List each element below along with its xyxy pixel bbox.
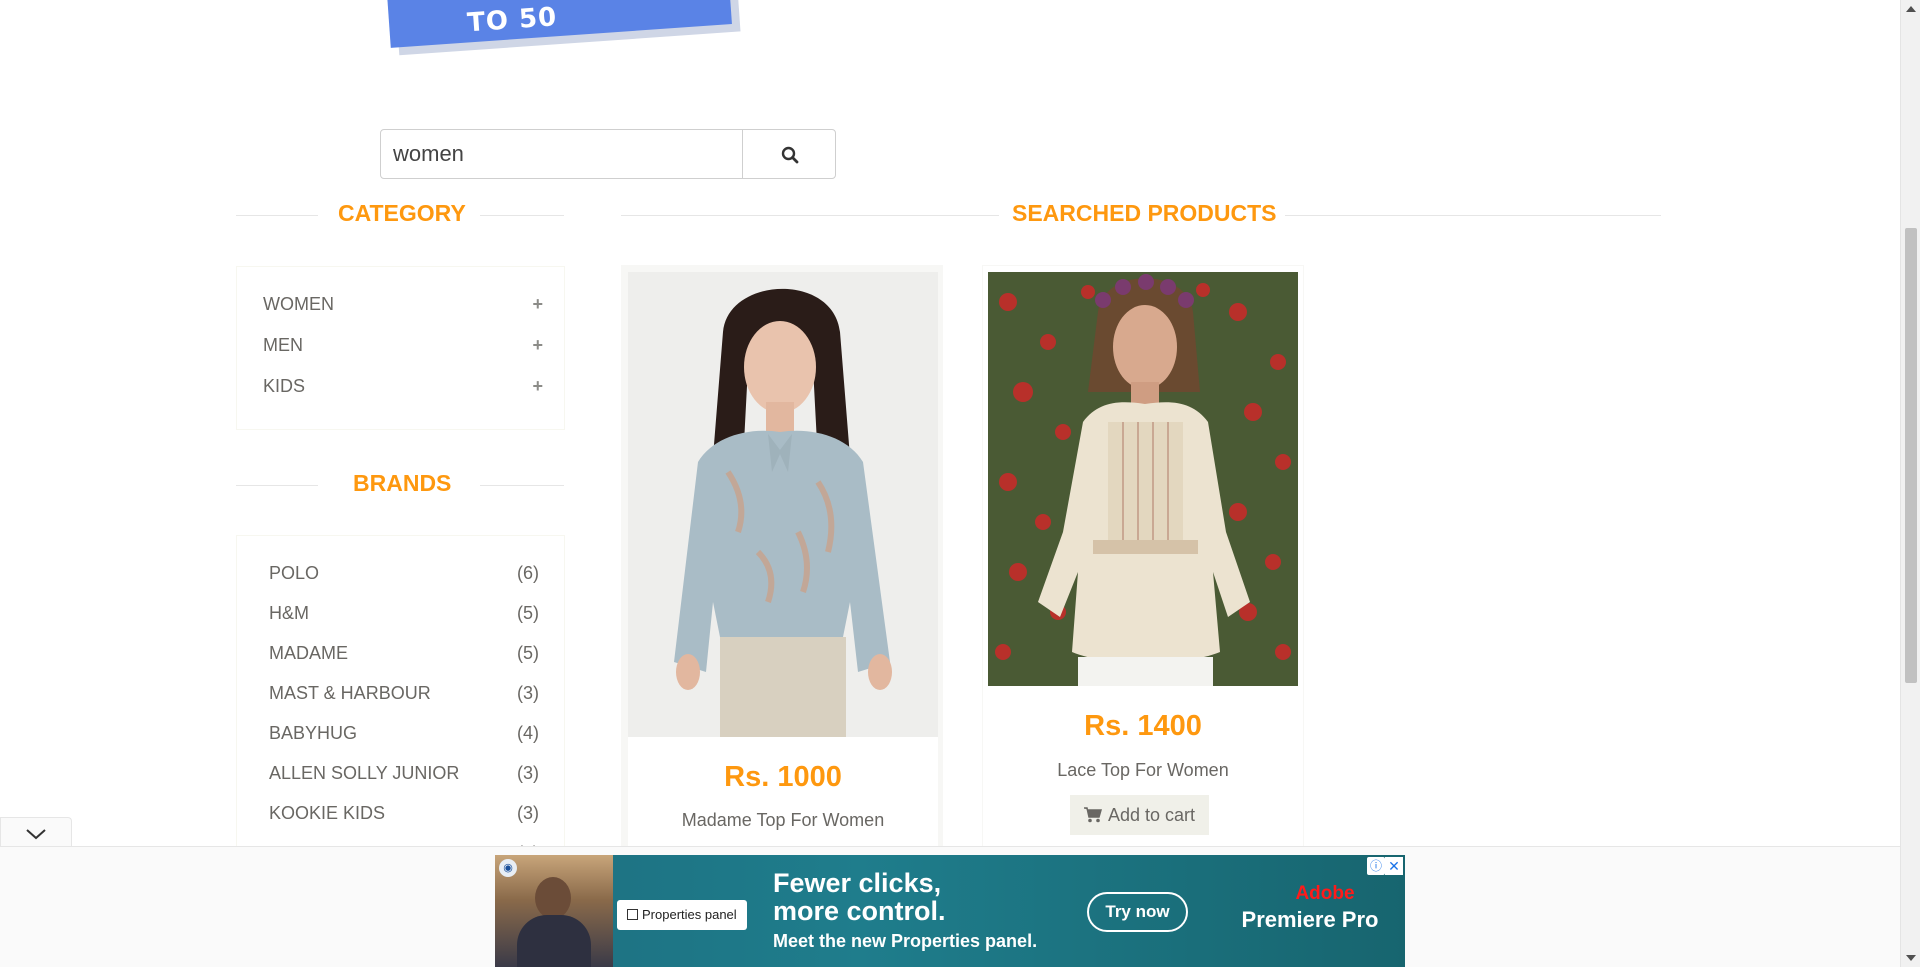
ad-subline: Meet the new Properties panel. <box>773 931 1038 951</box>
search-icon <box>781 146 799 164</box>
search-bar <box>380 129 836 179</box>
ad-person-head <box>535 877 571 919</box>
products-heading: SEARCHED PRODUCTS <box>1012 200 1277 226</box>
ad-pill-label: Properties panel <box>642 907 737 922</box>
product-card[interactable]: Rs. 1000 Madame Top For Women <box>621 265 943 850</box>
plus-icon[interactable]: + <box>532 376 543 397</box>
product-image[interactable] <box>628 272 938 737</box>
promo-text: TO 50 <box>466 2 559 39</box>
chevron-down-icon <box>26 829 46 840</box>
product-price: Rs. 1400 <box>1084 710 1202 742</box>
ad-product: Premiere Pro <box>1241 907 1379 932</box>
ad-headline-2: more control. <box>773 896 946 926</box>
brand-label: BABYHUG <box>269 723 358 743</box>
product-image-art <box>628 272 938 737</box>
ad-headline-1: Fewer clicks, <box>773 868 942 898</box>
brand-label: H&M <box>269 603 309 623</box>
brand-label: KOOKIE KIDS <box>269 803 386 823</box>
brand-count: (6) <box>517 563 539 583</box>
heading-divider <box>621 215 999 216</box>
close-icon[interactable]: ✕ <box>1385 857 1403 875</box>
product-image[interactable] <box>988 272 1298 686</box>
ad-headline: Fewer clicks, more control. <box>773 869 946 925</box>
product-name: Lace Top For Women <box>1057 760 1229 780</box>
brand-count: (3) <box>517 763 539 783</box>
brand-count: (3) <box>517 683 539 703</box>
brand-item[interactable]: POLO (6) <box>269 563 539 587</box>
category-item-kids[interactable]: KIDS + <box>263 376 543 400</box>
brand-count: (5) <box>517 603 539 623</box>
product-image-art <box>988 272 1298 686</box>
search-button[interactable] <box>742 129 836 179</box>
category-item-label: KIDS <box>263 376 306 396</box>
brand-count: (3) <box>517 803 539 823</box>
brand-count: (5) <box>517 643 539 663</box>
promo-banner[interactable]: TO 50 <box>385 0 741 56</box>
plus-icon[interactable]: + <box>532 335 543 356</box>
brand-item[interactable]: MAST & HARBOUR (3) <box>269 683 539 707</box>
category-item-men[interactable]: MEN + <box>263 335 543 359</box>
heading-divider <box>1285 215 1661 216</box>
add-to-cart-label: Add to cart <box>1108 804 1196 825</box>
ad-pill: Properties panel <box>617 900 747 930</box>
search-input[interactable] <box>380 129 745 179</box>
category-item-women[interactable]: WOMEN + <box>263 294 543 318</box>
page: TO 50 CATEGORY WOMEN + MEN + KIDS + <box>0 0 1920 967</box>
heading-divider <box>236 485 318 486</box>
heading-divider <box>480 485 564 486</box>
product-price: Rs. 1000 <box>724 761 842 793</box>
brands-heading: BRANDS <box>353 470 452 496</box>
category-item-label: MEN <box>263 335 303 355</box>
product-name: Madame Top For Women <box>681 810 885 830</box>
ad-collapse-toggle[interactable] <box>0 817 72 847</box>
category-heading: CATEGORY <box>338 200 466 226</box>
brands-heading-row: BRANDS <box>236 470 564 500</box>
brand-label: MADAME <box>269 643 349 663</box>
heading-divider <box>480 215 564 216</box>
scroll-up-icon[interactable] <box>1906 6 1916 12</box>
ad-cta-button[interactable]: Try now <box>1087 892 1188 932</box>
brand-item[interactable]: H&M (5) <box>269 603 539 627</box>
brand-item[interactable]: ALLEN SOLLY JUNIOR (3) <box>269 763 539 787</box>
brand-item[interactable]: BABYHUG (4) <box>269 723 539 747</box>
scroll-down-icon[interactable] <box>1906 955 1916 961</box>
cart-icon <box>1084 806 1102 822</box>
product-card[interactable]: Rs. 1400 Lace Top For Women Add to cart <box>982 265 1304 847</box>
brand-label: POLO <box>269 563 320 583</box>
ad-banner[interactable]: ◉ Properties panel Fewer clicks, more co… <box>495 855 1405 967</box>
shield-icon: ◉ <box>499 859 517 877</box>
category-panel: WOMEN + MEN + KIDS + <box>236 266 565 430</box>
brand-label: ALLEN SOLLY JUNIOR <box>269 763 460 783</box>
brands-panel: POLO (6) H&M (5) MADAME (5) MAST & HARBO… <box>236 535 565 855</box>
category-item-label: WOMEN <box>263 294 334 314</box>
category-heading-row: CATEGORY <box>236 200 564 230</box>
heading-divider <box>236 215 318 216</box>
product-info: Rs. 1000 Madame Top For Women <box>628 737 938 848</box>
scrollbar[interactable] <box>1900 0 1920 967</box>
plus-icon[interactable]: + <box>532 294 543 315</box>
ad-person-body <box>517 915 591 967</box>
info-icon[interactable]: ⓘ <box>1367 857 1385 875</box>
brand-item[interactable]: KOOKIE KIDS (3) <box>269 803 539 827</box>
ad-brand: Adobe <box>1295 883 1355 904</box>
panel-icon <box>627 909 638 920</box>
add-to-cart-button[interactable]: Add to cart <box>1070 795 1210 835</box>
brand-item[interactable]: MADAME (5) <box>269 643 539 667</box>
scrollbar-thumb[interactable] <box>1905 228 1917 683</box>
brand-label: MAST & HARBOUR <box>269 683 431 703</box>
brand-count: (4) <box>517 723 539 743</box>
products-heading-row: SEARCHED PRODUCTS <box>621 200 1661 230</box>
